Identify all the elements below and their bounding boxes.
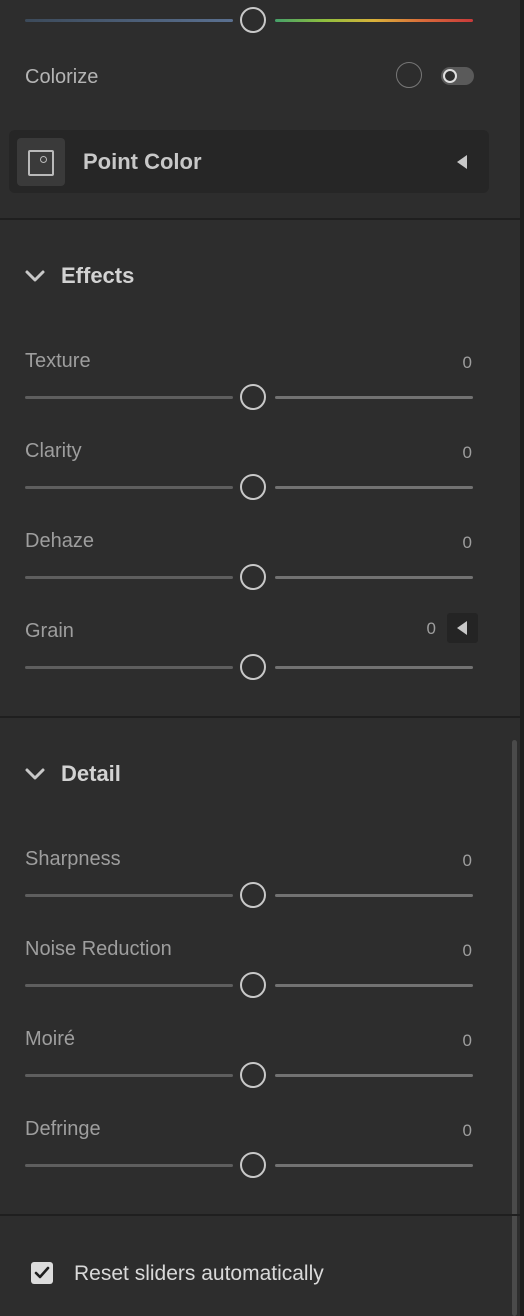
sharpness-slider-thumb[interactable] bbox=[240, 882, 266, 908]
section-divider bbox=[0, 218, 520, 220]
clarity-label: Clarity bbox=[25, 440, 82, 462]
checkmark-icon bbox=[34, 1266, 50, 1279]
moire-slider-thumb[interactable] bbox=[240, 1062, 266, 1088]
colorize-toggle[interactable] bbox=[441, 67, 474, 85]
defringe-value[interactable]: 0 bbox=[463, 1121, 472, 1141]
detail-title: Detail bbox=[61, 761, 121, 786]
texture-slider-thumb[interactable] bbox=[240, 384, 266, 410]
grain-label: Grain bbox=[25, 620, 74, 642]
hue-slider-track-left bbox=[25, 19, 233, 22]
reset-sliders-checkbox[interactable] bbox=[31, 1262, 53, 1284]
chevron-down-icon bbox=[25, 768, 45, 780]
scrollbar[interactable] bbox=[512, 740, 517, 1316]
hue-slider[interactable] bbox=[25, 5, 473, 35]
grain-slider[interactable] bbox=[25, 652, 473, 682]
chevron-down-icon bbox=[25, 270, 45, 282]
dehaze-slider[interactable] bbox=[25, 562, 473, 592]
colorize-toggle-knob bbox=[443, 69, 457, 83]
grain-value[interactable]: 0 bbox=[427, 619, 436, 639]
dehaze-value[interactable]: 0 bbox=[463, 533, 472, 553]
dehaze-slider-thumb[interactable] bbox=[240, 564, 266, 590]
clarity-slider-thumb[interactable] bbox=[240, 474, 266, 500]
noise-reduction-value[interactable]: 0 bbox=[463, 941, 472, 961]
reset-sliders-label[interactable]: Reset sliders automatically bbox=[74, 1262, 324, 1286]
point-color-icon bbox=[17, 138, 65, 186]
sharpness-value[interactable]: 0 bbox=[463, 851, 472, 871]
caret-left-icon bbox=[457, 621, 467, 635]
dehaze-label: Dehaze bbox=[25, 530, 94, 552]
detail-section-header[interactable]: Detail bbox=[24, 761, 121, 787]
expand-arrow-icon[interactable] bbox=[457, 155, 467, 169]
effects-title: Effects bbox=[61, 263, 135, 288]
moire-value[interactable]: 0 bbox=[463, 1031, 472, 1051]
moire-slider[interactable] bbox=[25, 1060, 473, 1090]
hue-slider-track-right bbox=[275, 19, 473, 22]
panel-edge bbox=[520, 0, 524, 1316]
clarity-value[interactable]: 0 bbox=[463, 443, 472, 463]
defringe-slider-thumb[interactable] bbox=[240, 1152, 266, 1178]
texture-value[interactable]: 0 bbox=[463, 353, 472, 373]
texture-slider[interactable] bbox=[25, 382, 473, 412]
hue-slider-thumb[interactable] bbox=[240, 7, 266, 33]
effects-section-header[interactable]: Effects bbox=[24, 263, 134, 289]
clarity-slider[interactable] bbox=[25, 472, 473, 502]
section-divider bbox=[0, 716, 520, 718]
texture-label: Texture bbox=[25, 350, 91, 372]
grain-expand-button[interactable] bbox=[447, 613, 478, 643]
sharpness-label: Sharpness bbox=[25, 848, 121, 870]
moire-label: Moiré bbox=[25, 1028, 76, 1050]
defringe-slider[interactable] bbox=[25, 1150, 473, 1180]
sharpness-slider[interactable] bbox=[25, 880, 473, 910]
colorize-label: Colorize bbox=[25, 66, 99, 88]
point-color-header[interactable]: Point Color bbox=[9, 130, 489, 193]
colorize-swatch[interactable] bbox=[396, 62, 422, 88]
noise-reduction-slider-thumb[interactable] bbox=[240, 972, 266, 998]
point-color-title: Point Color bbox=[83, 149, 202, 174]
noise-reduction-label: Noise Reduction bbox=[25, 938, 172, 960]
noise-reduction-slider[interactable] bbox=[25, 970, 473, 1000]
defringe-label: Defringe bbox=[25, 1118, 101, 1140]
section-divider bbox=[0, 1214, 520, 1216]
grain-slider-thumb[interactable] bbox=[240, 654, 266, 680]
